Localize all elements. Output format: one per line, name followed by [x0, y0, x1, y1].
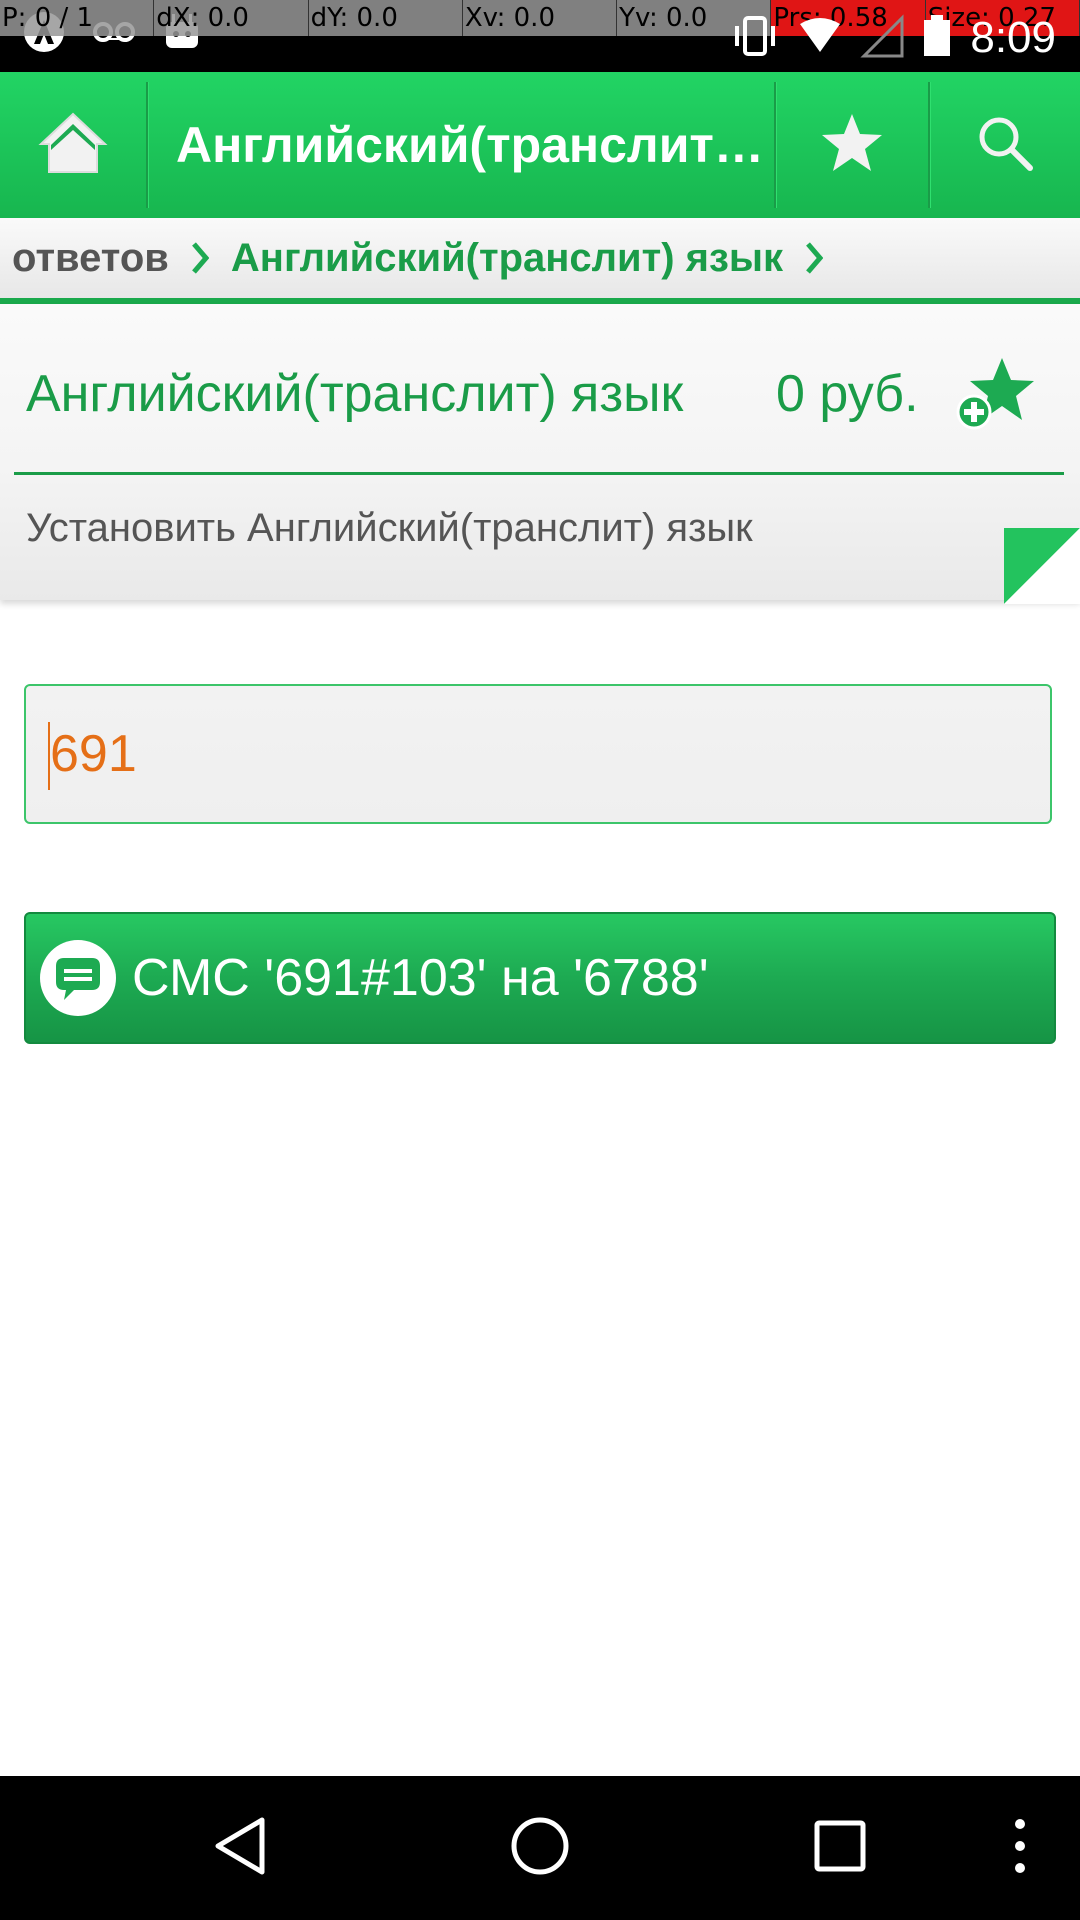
breadcrumb-previous[interactable]: ответов: [0, 236, 169, 281]
debug-pointer: P: 0 / 1: [0, 0, 155, 36]
code-input-container: [24, 684, 1052, 824]
back-button[interactable]: [190, 1776, 290, 1920]
search-icon: [975, 113, 1035, 178]
chevron-right-icon: [805, 241, 824, 275]
text-caret: [48, 722, 50, 790]
navigation-bar: [0, 1776, 1080, 1920]
item-price: 0 руб.: [776, 365, 919, 423]
debug-dy: dY: 0.0: [309, 0, 463, 36]
vibrate-icon: [730, 14, 780, 63]
wifi-icon: [798, 14, 842, 63]
item-card: Английский(транслит) язык 0 руб. Установ…: [0, 304, 1080, 604]
card-divider: [14, 472, 1064, 475]
battery-icon: [922, 14, 952, 63]
action-bar-title-text: Английский(транслит) язык: [176, 117, 766, 173]
item-title: Английский(транслит) язык: [26, 365, 684, 423]
code-input[interactable]: [26, 686, 1050, 822]
status-bar: P: 0 / 1 dX: 0.0 dY: 0.0 Xv: 0.0 Yv: 0.0…: [0, 0, 1080, 72]
send-sms-label: СМС '691#103' на '6788': [132, 949, 709, 1007]
home-button[interactable]: [0, 72, 146, 218]
debug-xv: Xv: 0.0: [463, 0, 618, 36]
home-circle-icon: [508, 1814, 572, 1883]
favorite-button[interactable]: [776, 72, 928, 218]
signal-icon: [860, 13, 904, 63]
recents-square-icon: [812, 1818, 868, 1879]
home-icon: [37, 110, 109, 181]
add-star-icon: [954, 358, 1038, 436]
sms-bubble-icon: [38, 938, 118, 1018]
breadcrumb-current[interactable]: Английский(транслит) язык: [231, 236, 783, 281]
debug-dx: dX: 0.0: [154, 0, 309, 36]
star-icon: [820, 112, 884, 179]
status-icons-right: 8:09: [730, 10, 1056, 66]
send-sms-button[interactable]: СМС '691#103' на '6788': [24, 912, 1056, 1044]
home-nav-button[interactable]: [490, 1776, 590, 1920]
add-favorite-button[interactable]: [954, 356, 1038, 437]
search-button[interactable]: [930, 72, 1080, 218]
chevron-right-icon: [191, 241, 209, 275]
more-vertical-icon: [1012, 1816, 1028, 1881]
overflow-menu-button[interactable]: [990, 1776, 1050, 1920]
corner-fold-icon: [1004, 528, 1080, 609]
item-description: Установить Английский(транслит) язык: [26, 506, 753, 550]
breadcrumb: ответов Английский(транслит) язык: [0, 218, 1080, 304]
back-icon: [210, 1814, 270, 1883]
action-bar: Английский(транслит) язык: [0, 72, 1080, 218]
status-clock: 8:09: [970, 13, 1056, 62]
recents-button[interactable]: [790, 1776, 890, 1920]
action-bar-title: Английский(транслит) язык: [148, 72, 774, 218]
